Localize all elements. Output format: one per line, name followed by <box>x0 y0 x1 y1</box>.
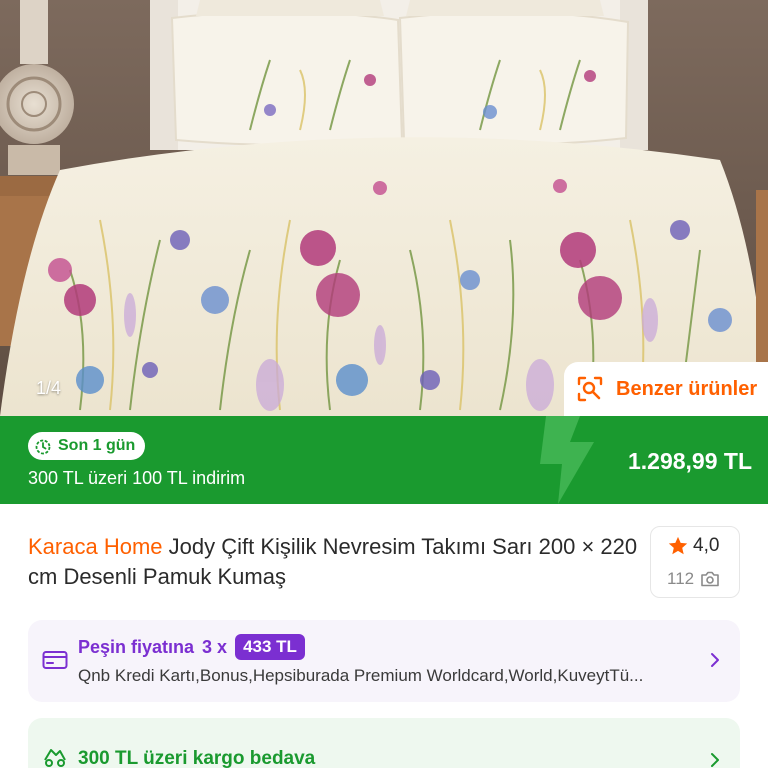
timer-icon <box>35 439 51 455</box>
star-icon <box>668 536 688 555</box>
product-title: Karaca Home Jody Çift Kişilik Nevresim T… <box>28 532 638 592</box>
chevron-right-icon <box>711 653 719 667</box>
installment-amount-badge: 433 TL <box>235 634 305 660</box>
countdown-label: Son 1 gün <box>58 437 136 454</box>
installment-card[interactable]: Peşin fiyatına 3 x 433 TL Qnb Kredi Kart… <box>28 620 740 702</box>
promo-banner[interactable]: Son 1 gün 300 TL üzeri 100 TL indirim 1.… <box>0 416 768 504</box>
similar-products-button[interactable]: Benzer ürünler <box>564 362 768 416</box>
credit-card-icon <box>42 651 68 669</box>
rating-score: 4,0 <box>693 535 720 556</box>
discount-text: 300 TL üzeri 100 TL indirim <box>28 468 246 488</box>
rating-summary[interactable]: 4,0 112 <box>650 526 740 598</box>
image-counter: 1/4 <box>36 378 62 398</box>
chevron-right-icon <box>711 753 719 767</box>
similar-products-label: Benzer ürünler <box>616 377 758 400</box>
truck-icon <box>44 749 66 767</box>
bolt-icon <box>540 416 594 504</box>
brand-link[interactable]: Karaca Home <box>28 534 163 559</box>
camera-icon <box>701 571 719 587</box>
product-photo <box>0 0 768 416</box>
image-search-icon <box>577 376 603 402</box>
free-shipping-card[interactable]: 300 TL üzeri kargo bedava <box>28 718 740 768</box>
free-shipping-label: 300 TL üzeri kargo bedava <box>78 748 316 768</box>
installment-row: Peşin fiyatına 3 x 433 TL <box>78 634 305 660</box>
review-row: 112 <box>667 569 720 589</box>
product-image-gallery[interactable]: 1/4 Benzer ürünler <box>0 0 768 416</box>
installment-multiplier: 3 x <box>202 636 228 657</box>
installment-label: Peşin fiyatına <box>78 636 195 657</box>
product-price: 1.298,99 TL <box>627 448 752 474</box>
rating-row: 4,0 <box>667 535 719 557</box>
countdown-badge: Son 1 gün <box>28 432 146 460</box>
installment-cards-list: Qnb Kredi Kartı,Bonus,Hepsiburada Premiu… <box>78 666 644 685</box>
review-count: 112 <box>667 569 695 588</box>
product-page: 1/4 Benzer ürünler Son 1 gün 300 TL üzer… <box>0 0 768 768</box>
